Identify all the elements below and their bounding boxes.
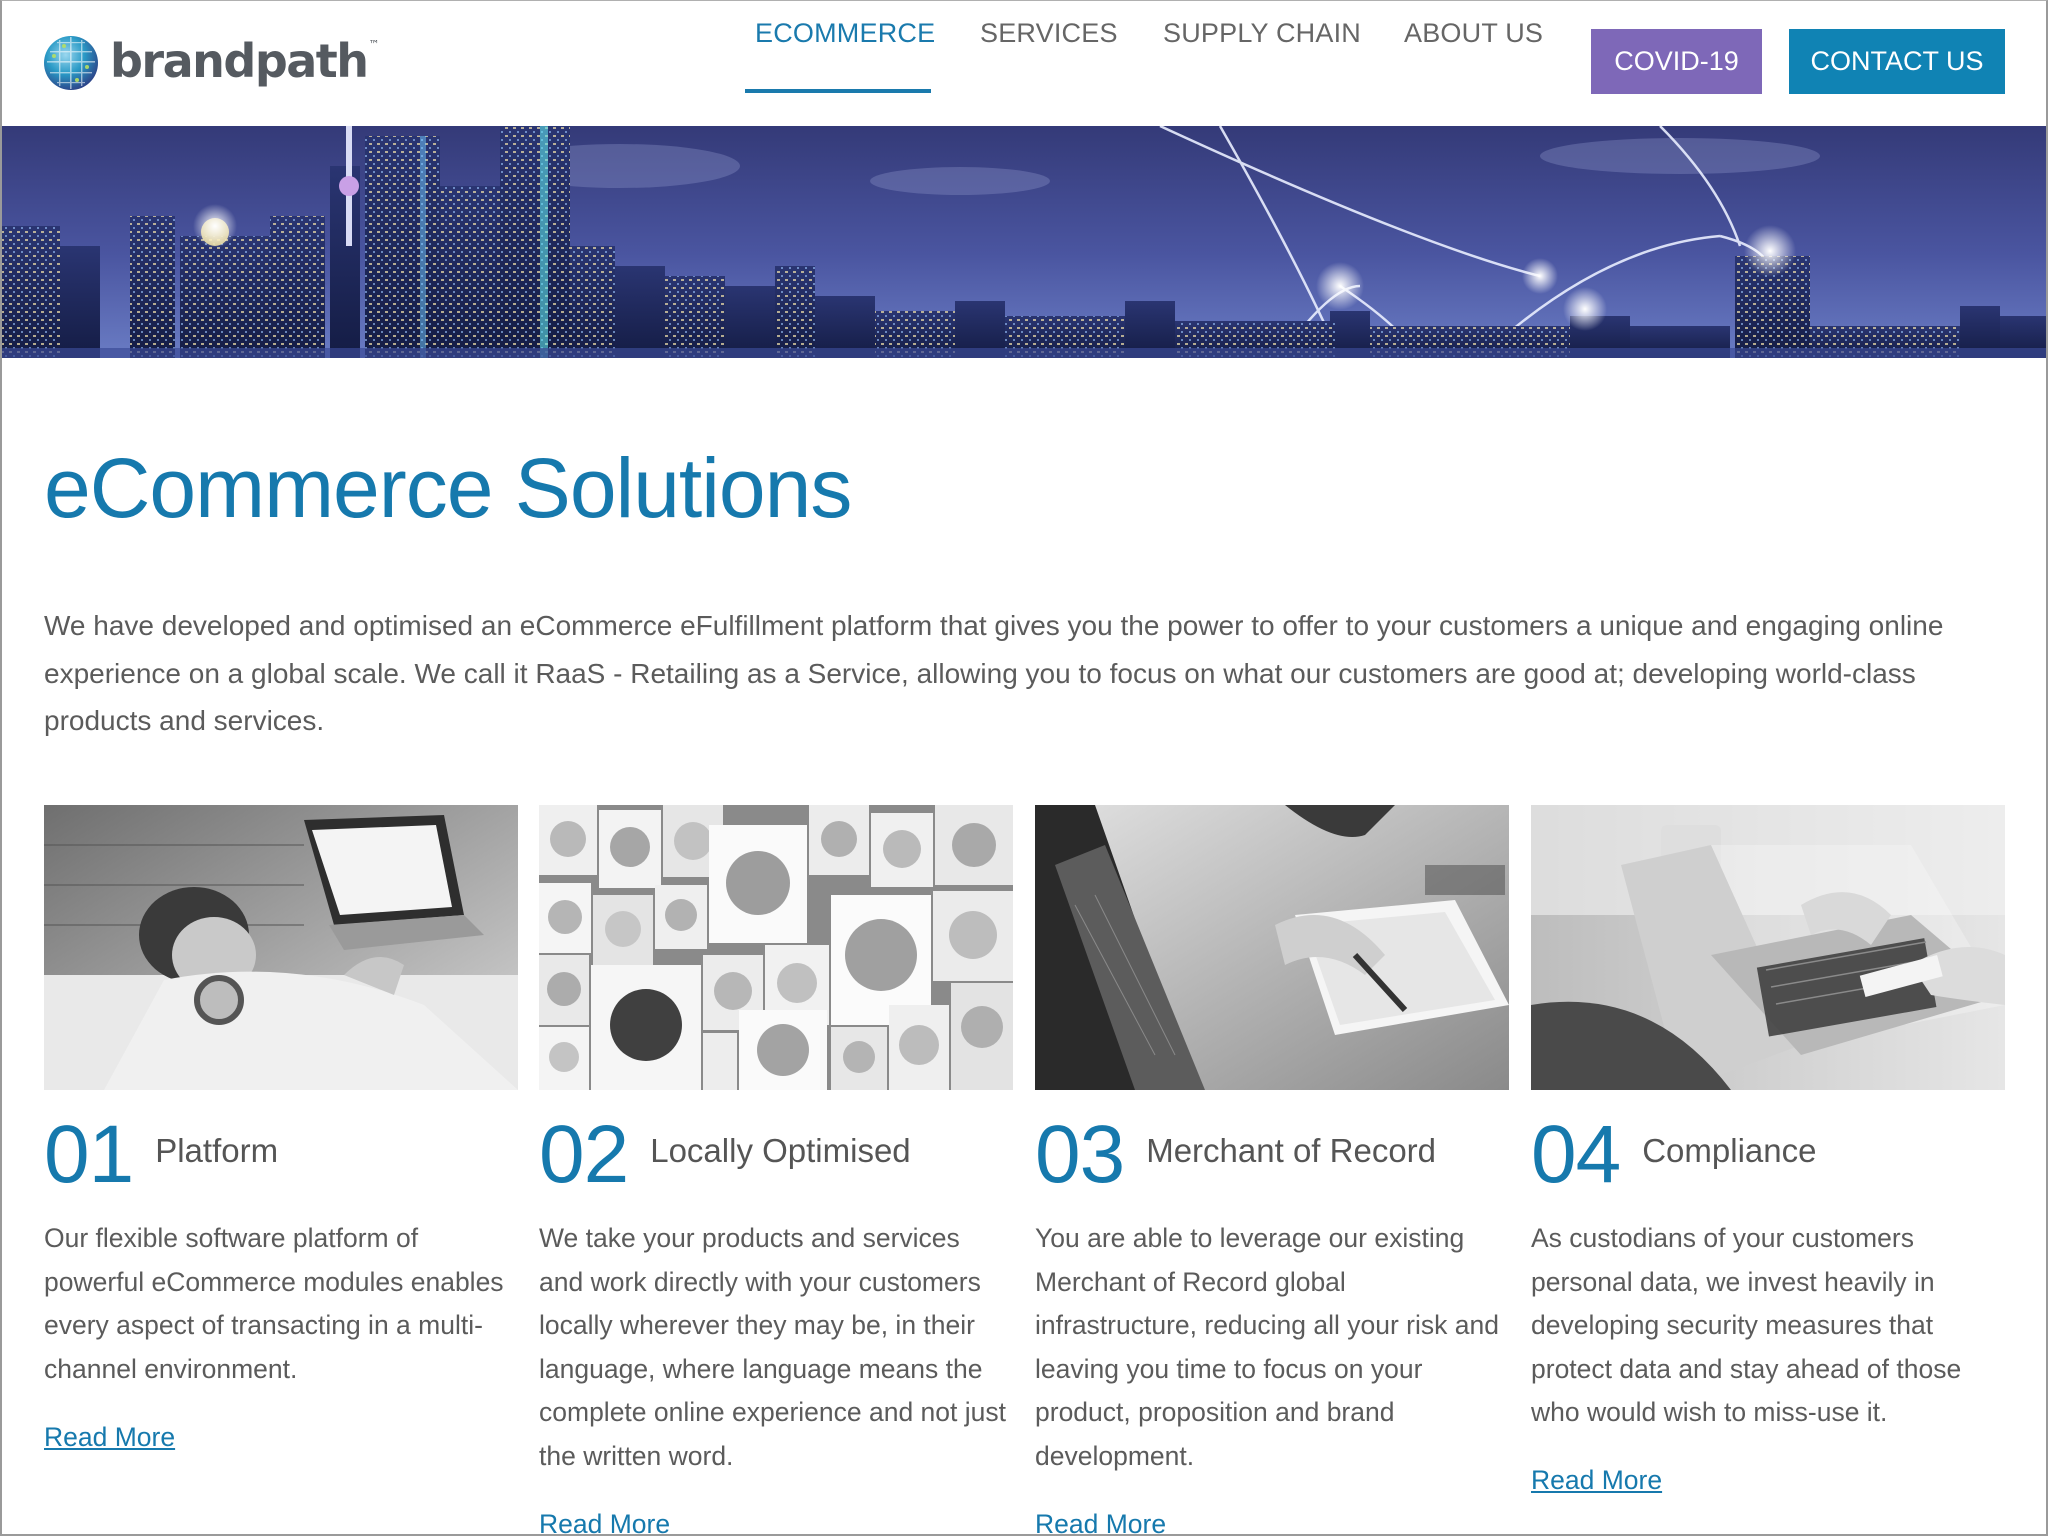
card-number: 03 bbox=[1035, 1109, 1125, 1200]
card-number: 02 bbox=[539, 1109, 629, 1200]
card-title: Platform bbox=[155, 1132, 279, 1169]
intro-paragraph: We have developed and optimised an eComm… bbox=[44, 610, 1944, 736]
card-image-laptop-payment bbox=[1531, 805, 2005, 1090]
card-title: Compliance bbox=[1642, 1132, 1817, 1169]
card-image-faces-collage bbox=[539, 805, 1013, 1090]
read-more-link[interactable]: Read More bbox=[539, 1509, 670, 1536]
globe-icon bbox=[44, 36, 98, 90]
card-description: We take your products and services and w… bbox=[539, 1223, 1006, 1471]
card-heading: 01 Platform bbox=[44, 1110, 278, 1200]
read-more-link[interactable]: Read More bbox=[44, 1422, 175, 1453]
card-heading: 04 Compliance bbox=[1531, 1110, 1816, 1200]
contact-us-button[interactable]: CONTACT US bbox=[1789, 29, 2005, 94]
solution-card-merchant-of-record: 03 Merchant of Record You are able to le… bbox=[1035, 805, 1509, 1536]
site-header: brandpath™ ECOMMERCE SERVICES SUPPLY CHA… bbox=[0, 0, 2048, 126]
card-number: 01 bbox=[44, 1109, 134, 1200]
brand-logo[interactable]: brandpath™ bbox=[42, 32, 379, 94]
nav-supply-chain[interactable]: SUPPLY CHAIN bbox=[1163, 0, 1361, 66]
nav-active-indicator bbox=[745, 89, 931, 93]
card-image-writing-desk bbox=[1035, 805, 1509, 1090]
solution-card-platform: 01 Platform Our flexible software platfo… bbox=[44, 805, 518, 1452]
solution-card-compliance: 04 Compliance As custodians of your cust… bbox=[1531, 805, 2005, 1495]
solution-card-locally-optimised: 02 Locally Optimised We take your produc… bbox=[539, 805, 1013, 1536]
read-more-link[interactable]: Read More bbox=[1531, 1465, 1662, 1496]
nav-services[interactable]: SERVICES bbox=[980, 0, 1118, 66]
card-image-laptop-user bbox=[44, 805, 518, 1090]
card-heading: 03 Merchant of Record bbox=[1035, 1110, 1436, 1200]
card-heading: 02 Locally Optimised bbox=[539, 1110, 911, 1200]
covid-19-button[interactable]: COVID-19 bbox=[1591, 29, 1762, 94]
card-description: Our flexible software platform of powerf… bbox=[44, 1223, 504, 1384]
hero-banner-image bbox=[0, 126, 2048, 358]
card-description: As custodians of your customers personal… bbox=[1531, 1223, 1962, 1427]
read-more-link[interactable]: Read More bbox=[1035, 1509, 1166, 1536]
page-title: eCommerce Solutions bbox=[44, 441, 852, 535]
card-number: 04 bbox=[1531, 1109, 1621, 1200]
nav-ecommerce[interactable]: ECOMMERCE bbox=[755, 0, 935, 66]
brand-wordmark: brandpath™ bbox=[110, 34, 379, 88]
card-title: Locally Optimised bbox=[650, 1132, 911, 1169]
card-description: You are able to leverage our existing Me… bbox=[1035, 1223, 1499, 1471]
card-title: Merchant of Record bbox=[1146, 1132, 1437, 1169]
nav-about-us[interactable]: ABOUT US bbox=[1404, 0, 1543, 66]
